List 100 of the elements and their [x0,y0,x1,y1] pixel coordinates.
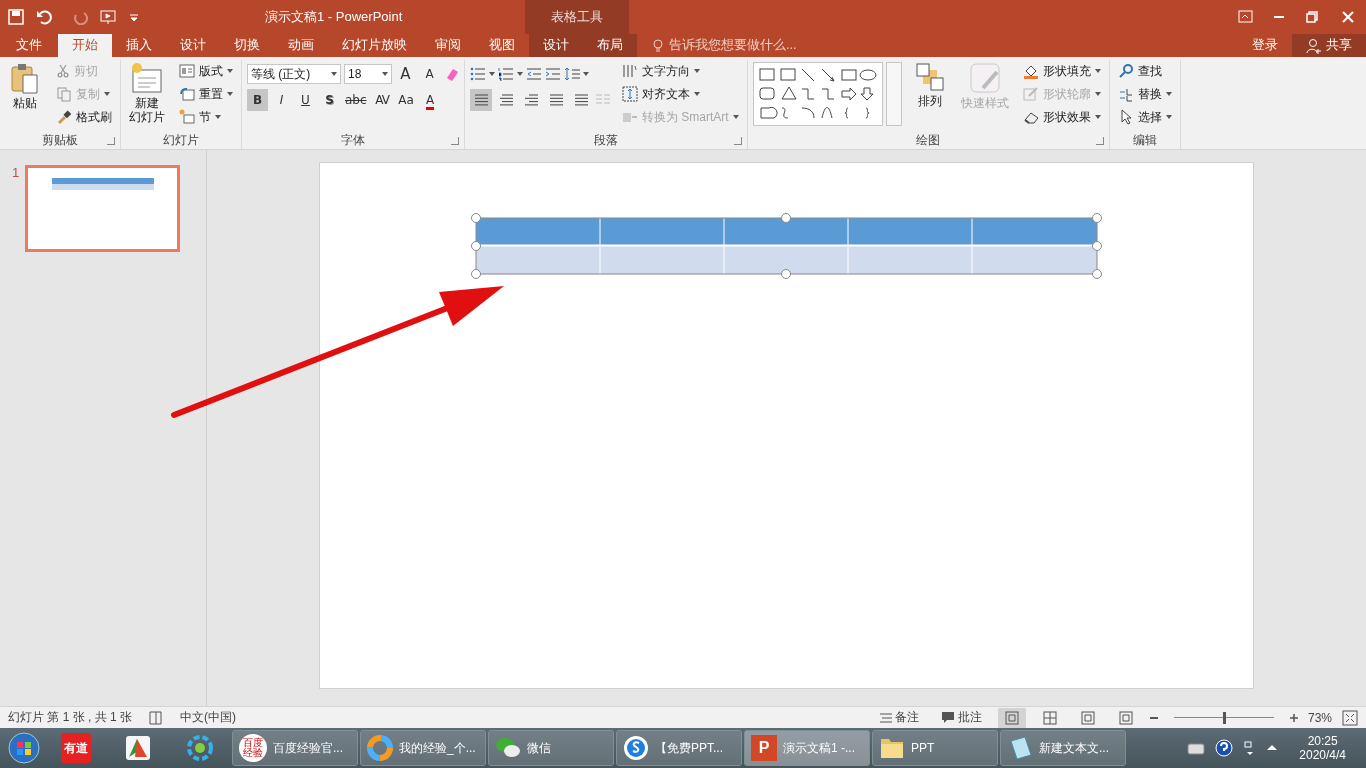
align-center-icon [499,94,513,106]
taskbar-window-button[interactable]: PPT [872,730,998,766]
clock-date: 2020/4/4 [1299,748,1346,762]
ribbon-large-button[interactable]: 粘贴 [5,60,45,112]
taskbar-pinned-app[interactable]: 有道 [46,729,106,767]
caret-icon [1165,92,1172,96]
comments-button[interactable]: 批注 [934,709,988,726]
format-button[interactable]: B [247,89,268,111]
grow-font-button[interactable]: A [395,63,416,85]
group-label: 剪贴板 [42,133,78,147]
flower-app-icon [185,733,215,763]
taskbar-window-button[interactable]: 新建文本文... [1000,730,1126,766]
save-icon [8,9,24,25]
notes-button[interactable]: 备注 [871,709,925,726]
format-button[interactable]: abc [343,89,369,111]
dialog-launcher-icon[interactable] [1095,137,1104,145]
caret-icon [331,72,337,76]
ribbon-tab[interactable]: 开始 [58,34,112,57]
ribbon-button[interactable]: 替换 [1114,83,1175,105]
ribbon-button[interactable]: 节 [176,106,236,128]
taskbar-window-button[interactable]: 【免费PPT... [616,730,742,766]
slide-thumbnail[interactable] [25,165,181,252]
person-add-icon [1306,37,1322,54]
format-button[interactable]: S [319,89,340,111]
dialog-launcher-icon[interactable] [451,137,459,145]
align-button[interactable] [470,89,492,111]
minimize-icon [1274,16,1284,18]
ribbon-tab[interactable]: 审阅 [421,34,475,57]
ribbon-button[interactable]: 形状效果 [1019,106,1104,128]
ribbon-large-button[interactable]: 新建 幻灯片 [126,60,168,126]
text-direction-icon [622,63,638,79]
ribbon-tab[interactable]: 动画 [274,34,328,57]
format-button[interactable]: AV [371,89,393,111]
share-button[interactable]: 共享 [1292,34,1366,57]
arrange-icon [914,62,945,92]
slideshow-icon [100,9,116,25]
increase-indent-icon [545,66,561,82]
ribbon-large-button[interactable]: 排列 [909,60,950,110]
font-name-field[interactable]: 等线 (正文) [247,64,341,84]
taskbar-window-button[interactable]: 我的经验_个... [360,730,486,766]
ribbon-button[interactable]: 重置 [176,83,236,105]
format-button[interactable]: Aa [395,89,417,111]
restore-icon [1304,9,1320,25]
tell-me-field[interactable]: 告诉我您想要做什么... [669,37,797,54]
group-label: 字体 [341,133,365,147]
dialog-launcher-icon[interactable] [733,137,742,145]
ribbon-tab[interactable]: 设计 [166,34,220,57]
ribbon-tab[interactable]: 切换 [220,34,274,57]
taskbar-window-button[interactable]: 微信 [488,730,614,766]
windows-logo-icon [8,732,40,764]
zoom-in-icon[interactable] [1289,713,1298,722]
ribbon-tab[interactable]: 设计 [529,34,583,57]
s-circle-icon [623,735,649,761]
ribbon-button[interactable]: 文字方向 [619,60,742,82]
ribbon-tab[interactable]: 插入 [112,34,166,57]
ribbon-tab[interactable]: 布局 [583,34,637,57]
zoom-slider-thumb[interactable] [1222,711,1226,724]
ribbon-button[interactable]: 选择 [1114,106,1175,128]
ribbon-button[interactable]: 对齐文本 [619,83,742,105]
caret-icon [489,72,495,76]
gallery-scrollbar[interactable] [885,62,902,126]
font-size-field[interactable]: 18 [344,64,392,84]
caret-icon [227,69,233,73]
format-button[interactable]: I [271,89,292,111]
close-icon [1340,9,1356,25]
clipboard-icon [9,62,41,94]
sign-in-link[interactable]: 登录 [1238,34,1292,57]
caret-icon [1094,92,1101,96]
zoom-out-icon[interactable] [1149,716,1158,719]
paintbrush-icon [56,109,72,125]
slideshow-view-icon [1118,710,1133,725]
dialog-launcher-icon[interactable] [107,137,115,145]
zoom-level-text[interactable]: 73% [1307,710,1332,725]
shrink-font-button[interactable]: A [419,63,440,85]
clock-time: 20:25 [1307,734,1338,748]
caret-icon [694,69,700,73]
taskbar-window-button[interactable]: P 演示文稿1 -... [744,730,870,766]
ribbon-button[interactable]: 版式 [176,60,236,82]
group-label: 编辑 [1132,133,1157,147]
ribbon-button[interactable]: 形状填充 [1019,60,1104,82]
line-spacing-icon [564,66,580,82]
ribbon-tab[interactable]: 文件 [0,34,58,57]
language-text[interactable]: 中文(中国) [180,709,237,726]
format-button[interactable]: U [295,89,316,111]
caret-icon [732,115,739,119]
slide-number: 1 [12,165,20,180]
ribbon-tab[interactable]: 幻灯片放映 [328,34,421,57]
ribbon-tab[interactable]: 视图 [475,34,529,57]
lightbulb-icon [651,37,665,54]
view-button[interactable] [997,707,1026,728]
ribbon-button[interactable]: 格式刷 [53,106,115,128]
ribbon-button[interactable]: 查找 [1114,60,1175,82]
app-logo-icon: P [751,735,777,761]
comment-icon [940,709,955,726]
normal-view-icon [1004,710,1019,725]
caret-icon [382,72,388,76]
table[interactable] [471,213,1102,279]
group-label: 绘图 [916,133,941,147]
format-button[interactable]: A [419,89,441,111]
copy-icon [56,86,72,102]
